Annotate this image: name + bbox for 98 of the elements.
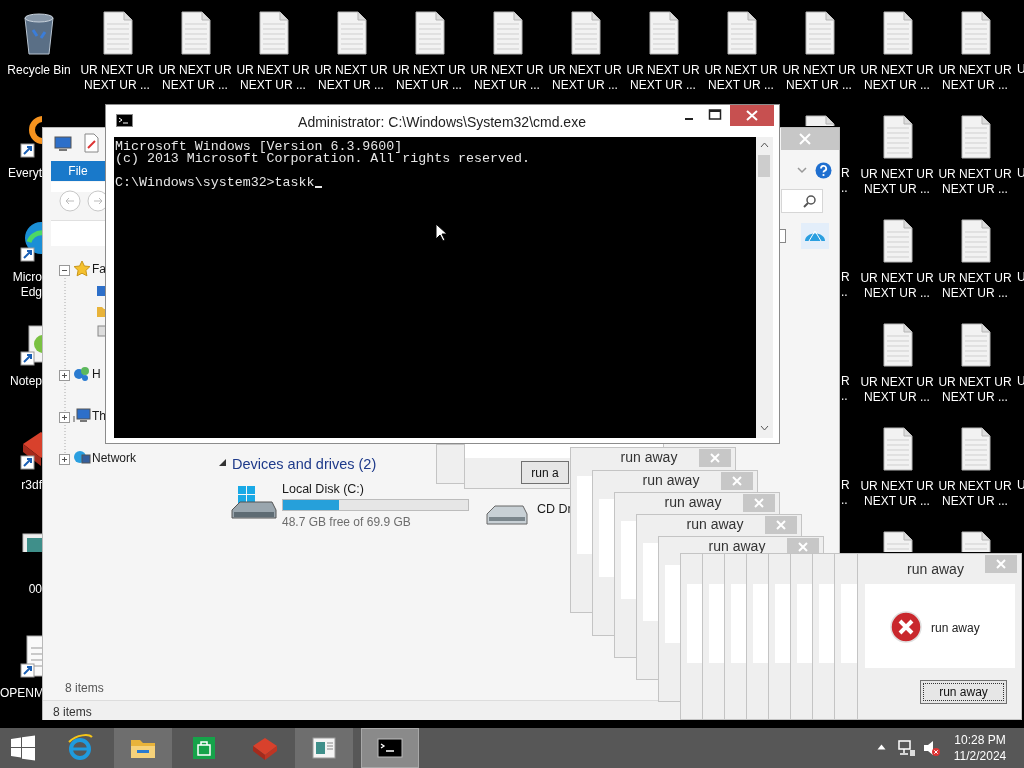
computer-icon[interactable] bbox=[53, 136, 73, 152]
icon-label: UR NEXT UR NEXT UR ... bbox=[937, 271, 1013, 301]
network-icon[interactable] bbox=[73, 449, 91, 467]
dialog-button[interactable]: run away bbox=[920, 680, 1007, 704]
drive-name[interactable]: Local Disk (C:) bbox=[282, 481, 364, 497]
icon-label: UR NEXT UR NEXT UR ... bbox=[937, 479, 1013, 509]
icon-label: UR NEXT UR NEXT UR ... bbox=[859, 479, 935, 509]
maximize-icon[interactable] bbox=[708, 108, 722, 122]
icon-label: UR NEXT UR NEXT UR ... bbox=[79, 63, 155, 93]
icon-label: UR NEXT UR NEXT UR ... bbox=[235, 63, 311, 93]
icon-label: UR NEXT UR NEXT UR ... bbox=[859, 375, 935, 405]
icon-label: UR NEXT UR NEXT UR ... bbox=[313, 63, 389, 93]
icon-label: UR NEXT UR NEXT UR ... bbox=[625, 63, 701, 93]
close-button[interactable] bbox=[730, 105, 774, 126]
tree-item[interactable]: Fa bbox=[92, 261, 106, 277]
icon-label: R .. bbox=[841, 270, 851, 300]
tree-item[interactable]: Network bbox=[92, 450, 136, 466]
item-count: 8 items bbox=[65, 680, 104, 697]
icon-label: U bbox=[1017, 62, 1024, 77]
icon-label: R .. bbox=[841, 478, 851, 508]
console-line: Microsoft Windows [Version 6.3.9600] bbox=[115, 141, 404, 153]
expand-icon[interactable] bbox=[59, 454, 70, 465]
dialog-title: run away bbox=[707, 537, 767, 555]
dialog-button[interactable]: run a bbox=[521, 461, 569, 484]
dialog-title: run away bbox=[619, 448, 679, 466]
dialog-title: run away bbox=[641, 471, 701, 489]
section-header: Devices and drives (2) bbox=[232, 455, 377, 474]
terminal-icon[interactable] bbox=[116, 114, 133, 127]
icon-label: R .. bbox=[841, 166, 851, 196]
icon-label: Micro Edg bbox=[11, 270, 42, 300]
clock-date: 11/2/2024 bbox=[952, 748, 1008, 764]
icon-label: U bbox=[1017, 270, 1024, 285]
error-icon bbox=[890, 611, 922, 643]
scrollbar-thumb[interactable] bbox=[758, 155, 770, 177]
search-icon[interactable] bbox=[803, 194, 817, 208]
taskbar-button[interactable] bbox=[295, 728, 353, 768]
window-title: Administrator: C:\Windows\System32\cmd.exe bbox=[297, 113, 587, 132]
icon-label: UR NEXT UR NEXT UR ... bbox=[391, 63, 467, 93]
clock[interactable]: 10:28 PM 11/2/2024 bbox=[945, 732, 1015, 764]
help-icon[interactable] bbox=[815, 162, 832, 179]
console-line: (c) 2013 Microsoft Corporation. All rights reserved. bbox=[115, 153, 531, 165]
icon-label: r3df bbox=[20, 478, 42, 493]
status-text: 8 items bbox=[53, 704, 92, 721]
icon-label: UR NEXT UR NEXT UR ... bbox=[469, 63, 545, 93]
browser-icon bbox=[66, 734, 94, 762]
window-icon bbox=[310, 734, 338, 762]
drive-free-space: 48.7 GB free of 69.9 GB bbox=[282, 514, 411, 531]
text-cursor-icon bbox=[314, 186, 322, 188]
start-icon bbox=[9, 734, 37, 762]
network-icon[interactable] bbox=[898, 739, 916, 757]
icon-label: Everyt bbox=[7, 166, 42, 181]
taskbar-button[interactable] bbox=[361, 728, 419, 768]
picture-icon[interactable] bbox=[19, 530, 42, 552]
star-icon[interactable] bbox=[73, 260, 91, 278]
dialog-title: run away bbox=[906, 560, 965, 578]
icon-label: UR NEXT UR NEXT UR ... bbox=[781, 63, 857, 93]
icon-label: UR NEXT UR NEXT UR ... bbox=[859, 271, 935, 301]
icon-label: U bbox=[1017, 166, 1024, 181]
icon-label: UR NEXT UR NEXT UR ... bbox=[547, 63, 623, 93]
icon-label: UR NEXT UR NEXT UR ... bbox=[859, 63, 935, 93]
tree-item[interactable]: Th bbox=[92, 408, 106, 424]
icon-label: UR NEXT UR NEXT UR ... bbox=[937, 375, 1013, 405]
pointer-icon bbox=[435, 223, 447, 242]
icon-label: R .. bbox=[841, 374, 851, 404]
icon-label: U bbox=[1017, 374, 1024, 389]
console-line: C:\Windows\system32>taskk bbox=[115, 177, 315, 189]
people-icon[interactable] bbox=[73, 365, 91, 383]
icon-label: UR NEXT UR NEXT UR ... bbox=[703, 63, 779, 93]
expand-icon[interactable] bbox=[59, 412, 70, 423]
icon-label: UR NEXT UR NEXT UR ... bbox=[157, 63, 233, 93]
icon-label: 00 bbox=[27, 582, 42, 597]
icon-label: Notep bbox=[8, 374, 42, 389]
muted-speaker-icon[interactable] bbox=[922, 739, 940, 757]
computer-icon[interactable] bbox=[73, 407, 91, 425]
icon-label: UR NEXT UR NEXT UR ... bbox=[937, 63, 1013, 93]
clock-time: 10:28 PM bbox=[953, 732, 1007, 748]
tree-item[interactable]: H bbox=[92, 366, 101, 382]
scrollbar[interactable] bbox=[756, 137, 773, 438]
search-field[interactable] bbox=[781, 189, 823, 213]
icon-label: Recycle Bin bbox=[6, 63, 72, 78]
icon-label: UR NEXT UR NEXT UR ... bbox=[859, 167, 935, 197]
scroll-up-icon[interactable] bbox=[760, 142, 769, 148]
icon-label: U bbox=[1017, 478, 1024, 493]
expand-icon[interactable] bbox=[59, 370, 70, 381]
dialog-title: run away bbox=[685, 515, 745, 533]
collapse-icon[interactable] bbox=[219, 458, 227, 467]
icon-label: UR NEXT UR NEXT UR ... bbox=[937, 167, 1013, 197]
file-tab[interactable]: File bbox=[51, 161, 105, 181]
close-icon[interactable] bbox=[746, 110, 758, 121]
chevron-down-icon[interactable] bbox=[796, 165, 808, 175]
dialog-message: run away bbox=[931, 620, 980, 637]
scroll-down-icon[interactable] bbox=[760, 425, 769, 431]
collapse-icon[interactable] bbox=[59, 265, 70, 276]
dialog-title: run away bbox=[663, 493, 723, 511]
shopping-bag-icon bbox=[190, 734, 218, 762]
drive-name[interactable]: CD Dr bbox=[537, 501, 572, 517]
ring-icon[interactable] bbox=[19, 114, 42, 160]
chevron-up-icon[interactable] bbox=[877, 744, 886, 750]
